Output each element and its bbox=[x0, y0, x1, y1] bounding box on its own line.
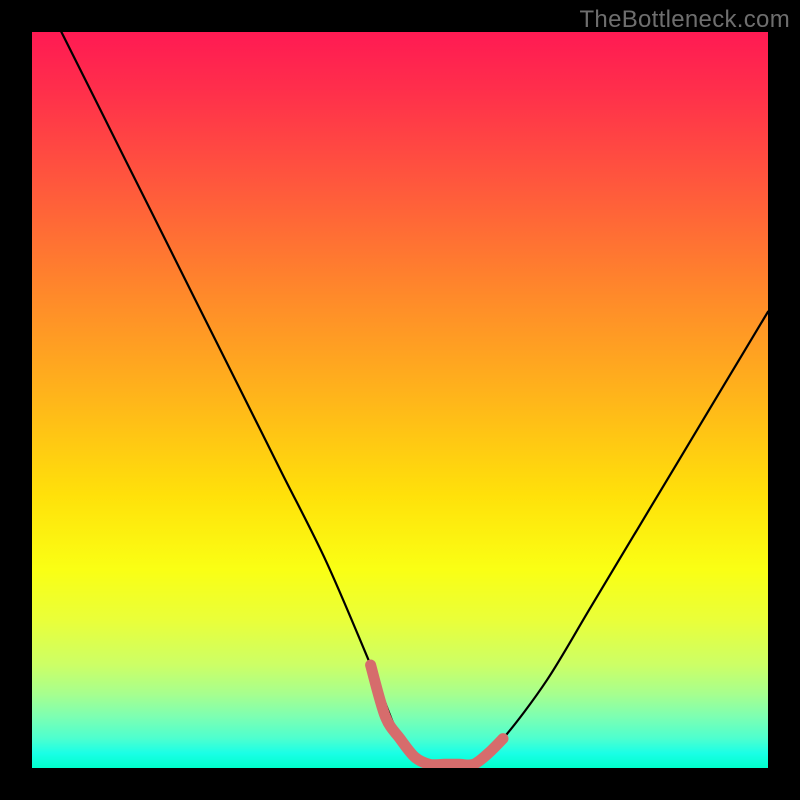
trough-highlight bbox=[371, 665, 503, 765]
plot-area bbox=[32, 32, 768, 768]
bottleneck-curve bbox=[61, 32, 768, 766]
curve-layer bbox=[32, 32, 768, 768]
watermark-label: TheBottleneck.com bbox=[579, 6, 790, 34]
chart-stage: TheBottleneck.com bbox=[0, 0, 800, 800]
